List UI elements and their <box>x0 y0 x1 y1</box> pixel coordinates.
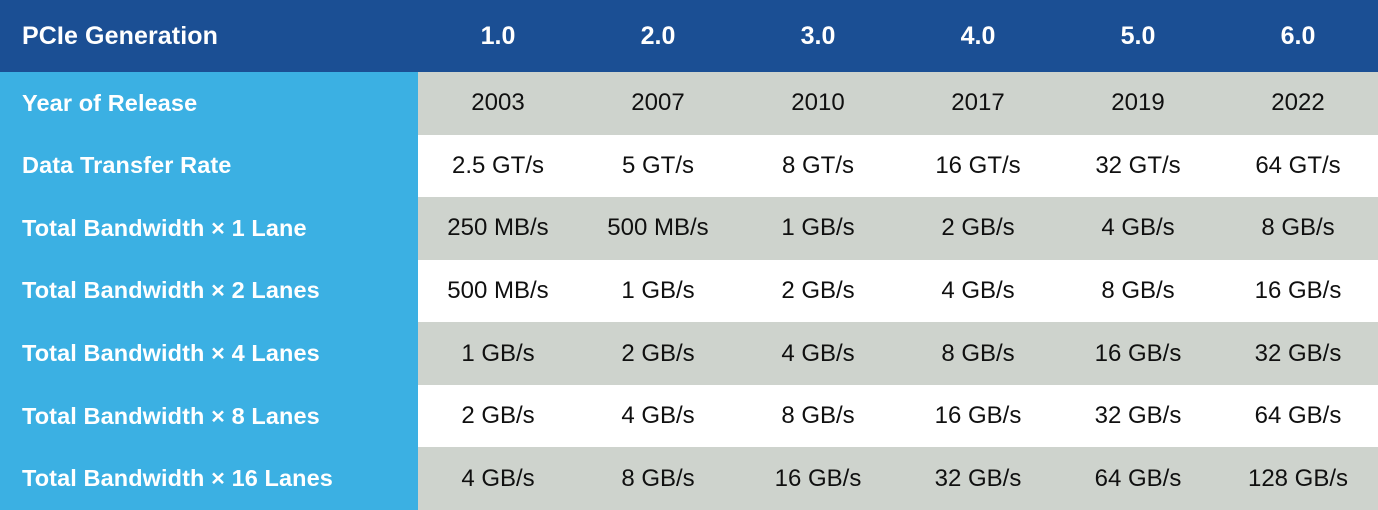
table-cell: 2022 <box>1218 72 1378 135</box>
row-cell-group: 250 MB/s 500 MB/s 1 GB/s 2 GB/s 4 GB/s 8 GB/s <box>418 197 1378 260</box>
table-header-row: PCIe Generation 1.0 2.0 3.0 4.0 5.0 6.0 <box>0 0 1378 72</box>
table-cell: 2 GB/s <box>738 259 898 323</box>
table-cell: 2 GB/s <box>578 322 738 385</box>
table-row: Data Transfer Rate 2.5 GT/s 5 GT/s 8 GT/s 16… <box>0 134 1378 198</box>
table-cell: 8 GB/s <box>898 322 1058 385</box>
table-cell: 32 GT/s <box>1058 134 1218 198</box>
table-row: Total Bandwidth × 16 Lanes 4 GB/s 8 GB/s 16… <box>0 447 1378 510</box>
table-cell: 1 GB/s <box>418 322 578 385</box>
table-row: Total Bandwidth × 4 Lanes 1 GB/s 2 GB/s 4 G… <box>0 322 1378 385</box>
row-label: Total Bandwidth × 8 Lanes <box>0 384 418 448</box>
table-cell: 8 GB/s <box>738 384 898 448</box>
pcie-generation-table: PCIe Generation 1.0 2.0 3.0 4.0 5.0 6.0 Year of… <box>0 0 1378 510</box>
row-cell-group: 2 GB/s 4 GB/s 8 GB/s 16 GB/s 32 GB/s 64 GB/s <box>418 384 1378 448</box>
table-cell: 4 GB/s <box>1058 197 1218 260</box>
table-cell: 64 GB/s <box>1058 447 1218 510</box>
row-cell-group: 1 GB/s 2 GB/s 4 GB/s 8 GB/s 16 GB/s 32 GB/s <box>418 322 1378 385</box>
table-cell: 4 GB/s <box>898 259 1058 323</box>
table-cell: 2017 <box>898 72 1058 135</box>
row-label: Total Bandwidth × 2 Lanes <box>0 259 418 323</box>
table-cell: 1 GB/s <box>578 259 738 323</box>
table-row: Total Bandwidth × 1 Lane 250 MB/s 500 MB/s… <box>0 197 1378 260</box>
table-cell: 500 MB/s <box>578 197 738 260</box>
table-cell: 16 GB/s <box>898 384 1058 448</box>
column-header-6-0: 6.0 <box>1218 0 1378 72</box>
row-label: Total Bandwidth × 4 Lanes <box>0 322 418 385</box>
table-cell: 32 GB/s <box>898 447 1058 510</box>
table-cell: 64 GB/s <box>1218 384 1378 448</box>
column-header-3-0: 3.0 <box>738 0 898 72</box>
table-cell: 64 GT/s <box>1218 134 1378 198</box>
row-label: Total Bandwidth × 16 Lanes <box>0 447 418 510</box>
table-cell: 250 MB/s <box>418 197 578 260</box>
header-row-label: PCIe Generation <box>0 0 418 72</box>
table-cell: 2019 <box>1058 72 1218 135</box>
table-row: Total Bandwidth × 2 Lanes 500 MB/s 1 GB/s 2… <box>0 259 1378 323</box>
table-cell: 5 GT/s <box>578 134 738 198</box>
table-cell: 2010 <box>738 72 898 135</box>
table-cell: 2007 <box>578 72 738 135</box>
column-header-4-0: 4.0 <box>898 0 1058 72</box>
table-cell: 128 GB/s <box>1218 447 1378 510</box>
column-header-1-0: 1.0 <box>418 0 578 72</box>
table-cell: 8 GB/s <box>1218 197 1378 260</box>
table-cell: 16 GB/s <box>738 447 898 510</box>
row-cell-group: 500 MB/s 1 GB/s 2 GB/s 4 GB/s 8 GB/s 16 GB/s <box>418 259 1378 323</box>
table-cell: 8 GB/s <box>578 447 738 510</box>
table-cell: 16 GB/s <box>1218 259 1378 323</box>
table-cell: 2.5 GT/s <box>418 134 578 198</box>
table-cell: 2 GB/s <box>898 197 1058 260</box>
row-label: Year of Release <box>0 72 418 135</box>
table-cell: 2003 <box>418 72 578 135</box>
table-row: Year of Release 2003 2007 2010 2017 2019 2022 <box>0 72 1378 135</box>
table-cell: 16 GT/s <box>898 134 1058 198</box>
table-cell: 1 GB/s <box>738 197 898 260</box>
row-cell-group: 2.5 GT/s 5 GT/s 8 GT/s 16 GT/s 32 GT/s 64 GT/… <box>418 134 1378 198</box>
table-cell: 8 GT/s <box>738 134 898 198</box>
row-label: Total Bandwidth × 1 Lane <box>0 197 418 260</box>
row-cell-group: 2003 2007 2010 2017 2019 2022 <box>418 72 1378 135</box>
table-cell: 4 GB/s <box>418 447 578 510</box>
table-cell: 4 GB/s <box>738 322 898 385</box>
table-row: Total Bandwidth × 8 Lanes 2 GB/s 4 GB/s 8 G… <box>0 384 1378 448</box>
table-cell: 32 GB/s <box>1218 322 1378 385</box>
table-cell: 2 GB/s <box>418 384 578 448</box>
table-cell: 8 GB/s <box>1058 259 1218 323</box>
column-header-2-0: 2.0 <box>578 0 738 72</box>
table-cell: 4 GB/s <box>578 384 738 448</box>
row-label: Data Transfer Rate <box>0 134 418 198</box>
table-cell: 16 GB/s <box>1058 322 1218 385</box>
row-cell-group: 4 GB/s 8 GB/s 16 GB/s 32 GB/s 64 GB/s 128 GB/… <box>418 447 1378 510</box>
header-column-group: 1.0 2.0 3.0 4.0 5.0 6.0 <box>418 0 1378 72</box>
column-header-5-0: 5.0 <box>1058 0 1218 72</box>
table-cell: 32 GB/s <box>1058 384 1218 448</box>
table-cell: 500 MB/s <box>418 259 578 323</box>
